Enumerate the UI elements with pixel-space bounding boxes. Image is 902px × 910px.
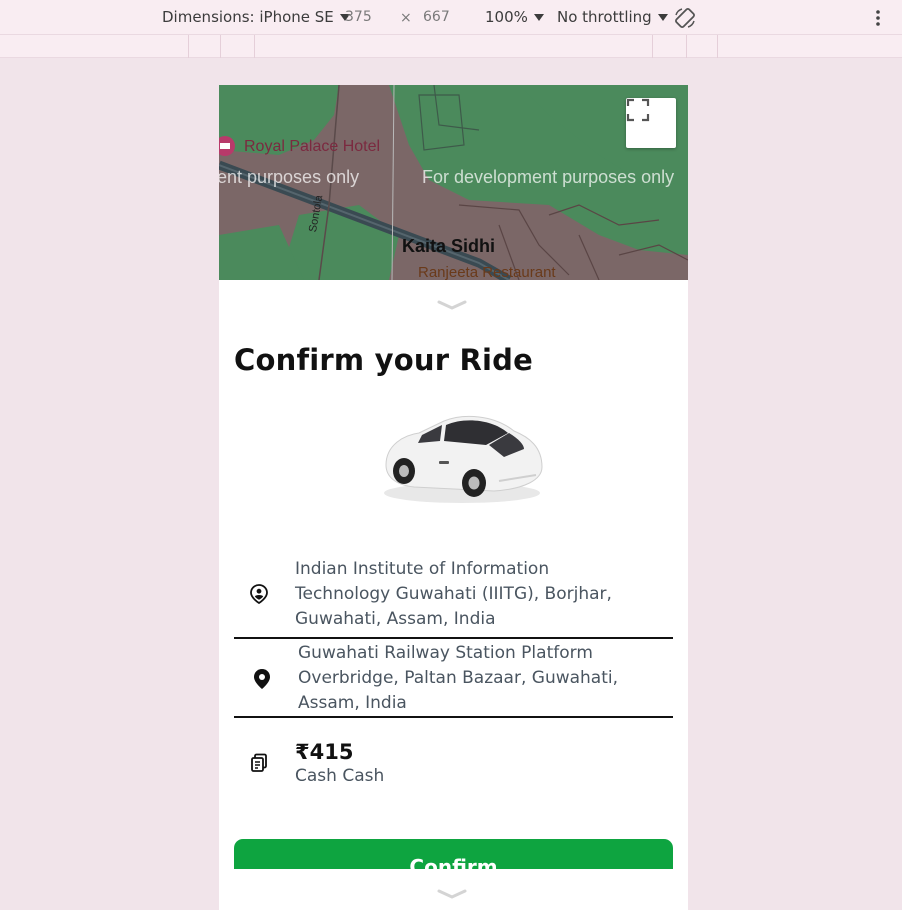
dimensions-select[interactable]: Dimensions: iPhone SE (162, 8, 350, 26)
fullscreen-button[interactable] (626, 98, 676, 148)
chevron-down-icon (533, 13, 544, 21)
zoom-label: 100% (485, 8, 528, 26)
map-watermark-left: ent purposes only (219, 167, 360, 187)
device-viewport: Royal Palace Hotel ent purposes only For… (219, 85, 688, 910)
map-label-locality: Kaita Sidhi (402, 236, 496, 256)
devtools-toolbar: Dimensions: iPhone SE 375 × 667 100% No … (0, 0, 902, 35)
dimensions-label: Dimensions: iPhone SE (162, 8, 334, 26)
throttling-select[interactable]: No throttling (557, 8, 668, 26)
pickup-location: Indian Institute of Information Technolo… (234, 551, 673, 639)
fare-amount: ₹415 (295, 739, 354, 764)
page-title: Confirm your Ride (234, 343, 533, 377)
device-ruler (0, 35, 902, 58)
fullscreen-icon (626, 98, 650, 122)
rotate-icon[interactable] (673, 6, 697, 30)
chevron-down-icon[interactable] (436, 299, 468, 311)
map-label-restaurant: Ranjeeta Restaurant (418, 264, 556, 280)
pickup-address: Indian Institute of Information Technolo… (295, 558, 612, 629)
map-view[interactable]: Royal Palace Hotel ent purposes only For… (219, 85, 688, 280)
user-location-icon (250, 584, 268, 604)
car-image (384, 415, 543, 503)
chevron-down-icon (657, 13, 668, 21)
destination-location: Guwahati Railway Station Platform Overbr… (234, 641, 673, 718)
map-watermark-right: For development purposes only (422, 167, 675, 187)
chevron-down-icon[interactable] (436, 888, 468, 900)
fare-row: ₹415 Cash Cash (234, 725, 673, 800)
map-pin-icon (254, 668, 270, 689)
width-input[interactable]: 375 (345, 9, 372, 25)
destination-address: Guwahati Railway Station Platform Overbr… (298, 643, 619, 713)
height-input[interactable]: 667 (423, 9, 450, 25)
times-label: × (400, 10, 412, 26)
payment-method: Cash Cash (295, 765, 385, 786)
map-label-hotel: Royal Palace Hotel (244, 138, 381, 155)
cash-icon (251, 753, 267, 772)
zoom-select[interactable]: 100% (485, 8, 544, 26)
more-vertical-icon[interactable] (870, 8, 886, 28)
throttling-label: No throttling (557, 8, 652, 26)
